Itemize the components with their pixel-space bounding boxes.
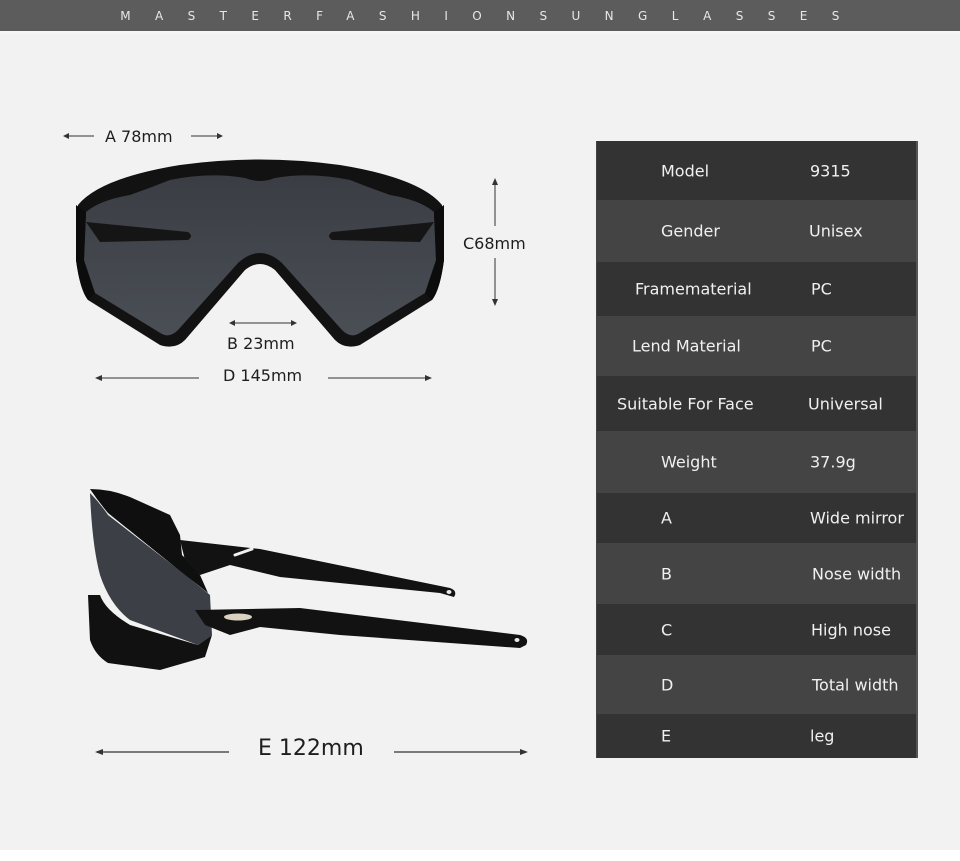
product-detail-canvas: MASTERFASHIONSUNGLASSES A 78mm C68mm B 2… [0, 0, 960, 850]
dim-b-arrow [229, 320, 297, 326]
spec-row-a: A Wide mirror [597, 493, 916, 543]
spec-value: leg [810, 726, 835, 746]
dim-d-left-arrow [95, 375, 199, 381]
spec-label: Lend Material [632, 336, 741, 356]
spec-value: PC [811, 279, 832, 299]
side-temple-upper [180, 540, 456, 597]
dim-e-label: E 122mm [258, 736, 364, 761]
brand-header-bar: MASTERFASHIONSUNGLASSES [0, 0, 960, 31]
spec-row-d: D Total width [597, 655, 916, 714]
spec-label: Weight [661, 452, 717, 472]
dim-e-left-arrow [95, 749, 229, 755]
spec-table: Model 9315 Gender Unisex Framematerial P… [596, 141, 918, 758]
spec-value: Universal [808, 394, 883, 413]
spec-value: Total width [812, 675, 899, 694]
brand-name: MASTERFASHIONSUNGLASSES [120, 8, 864, 23]
spec-label: A [661, 508, 672, 528]
spec-label: Model [661, 161, 710, 180]
dim-c-down-arrow [492, 258, 498, 306]
spec-row-lens-material: Lend Material PC [597, 316, 916, 376]
spec-label: Gender [661, 221, 720, 241]
dim-e-right-arrow [394, 749, 528, 755]
dim-b-label: B 23mm [227, 334, 295, 353]
spec-label: D [661, 675, 674, 694]
spec-row-gender: Gender Unisex [597, 200, 916, 262]
spec-value: 9315 [810, 161, 851, 180]
dim-c-up-arrow [492, 178, 498, 226]
spec-row-c: C High nose [597, 604, 916, 655]
dim-d-right-arrow [328, 375, 432, 381]
spec-label: Suitable For Face [617, 394, 754, 413]
spec-row-weight: Weight 37.9g [597, 431, 916, 493]
spec-label: E [661, 726, 672, 746]
spec-row-model: Model 9315 [597, 141, 916, 200]
side-view-glasses-image [88, 489, 528, 670]
spec-row-e: E leg [597, 714, 916, 758]
spec-row-face: Suitable For Face Universal [597, 376, 916, 431]
spec-label: B [661, 564, 672, 583]
spec-value: PC [811, 336, 832, 356]
dim-d-label: D 145mm [223, 366, 303, 385]
spec-value: Unisex [809, 221, 863, 241]
spec-row-frame-material: Framematerial PC [597, 262, 916, 316]
spec-value: Wide mirror [810, 508, 904, 528]
header-divider [0, 31, 960, 35]
spec-row-b: B Nose width [597, 543, 916, 604]
spec-value: 37.9g [810, 452, 856, 472]
spec-label: Framematerial [635, 279, 752, 299]
dim-c-label: C68mm [463, 234, 526, 253]
dim-a-right-arrow [191, 133, 223, 139]
spec-value: High nose [811, 620, 891, 639]
dim-a-label: A 78mm [105, 127, 173, 146]
spec-label: C [661, 620, 673, 639]
spec-value: Nose width [812, 564, 902, 583]
dim-a-left-arrow [63, 133, 94, 139]
